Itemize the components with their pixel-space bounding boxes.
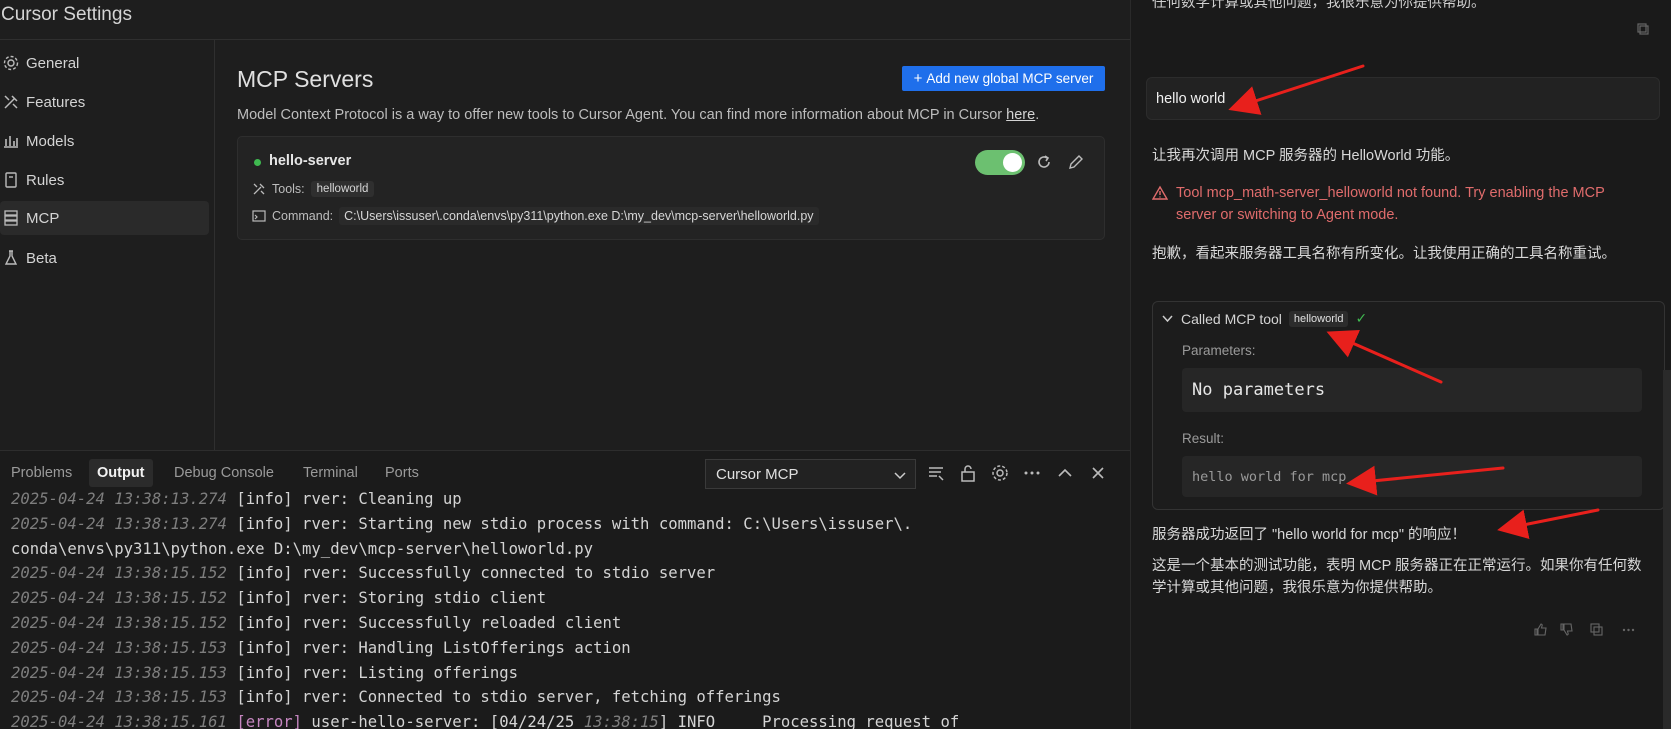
tool-error-text: Tool mcp_math-server_helloworld not foun…: [1176, 185, 1605, 223]
refresh-icon[interactable]: [1035, 153, 1053, 171]
server-command-row: Command: C:\Users\issuser\.conda\envs\py…: [252, 207, 819, 225]
log-line: 2025-04-24 13:38:15.152 [info] rver: Suc…: [11, 564, 716, 583]
log-line: 2025-04-24 13:38:15.152 [info] rver: Sto…: [11, 589, 547, 608]
log-line: 2025-04-24 13:38:15.153 [info] rver: Lis…: [11, 663, 518, 682]
close-icon[interactable]: [1088, 463, 1108, 483]
tab-problems[interactable]: Problems: [3, 459, 80, 487]
mcp-tool-call: Called MCP tool helloworld ✓ Parameters:…: [1152, 301, 1665, 510]
chat-message-partial: 任何数学计算或其他问题，我很乐意为你提供帮助。: [1152, 0, 1486, 11]
add-global-mcp-server-button[interactable]: + Add new global MCP server: [902, 66, 1105, 91]
plus-icon: +: [913, 70, 923, 87]
tools-icon: [4, 95, 18, 109]
tool-call-header[interactable]: Called MCP tool helloworld ✓: [1161, 310, 1367, 327]
lock-icon[interactable]: [958, 463, 978, 483]
server-tools-row: Tools: helloworld: [252, 181, 375, 197]
copy-icon[interactable]: [1589, 622, 1604, 637]
sidebar-item-mcp[interactable]: MCP: [0, 201, 209, 235]
toggle-knob: [1003, 153, 1022, 172]
sidebar-item-label: General: [26, 54, 80, 72]
book-icon: [5, 172, 17, 188]
sidebar-separator: [214, 40, 215, 450]
check-icon: ✓: [1355, 310, 1368, 326]
tool-call-label: Called MCP tool: [1181, 310, 1282, 327]
parameters-label: Parameters:: [1182, 343, 1256, 358]
result-label: Result:: [1182, 431, 1225, 446]
log-line: 2025-04-24 13:38:15.153 [info] rver: Con…: [11, 688, 781, 707]
output-channel-value: Cursor MCP: [716, 465, 799, 483]
maximize-panel-icon[interactable]: [1055, 463, 1075, 483]
log-line: conda\envs\py311\python.exe D:\my_dev\mc…: [11, 539, 594, 558]
assistant-message: 抱歉，看起来服务器工具名称有所变化。让我使用正确的工具名称重试。: [1152, 246, 1616, 262]
server-name: hello-server: [269, 153, 352, 169]
tool-chip: helloworld: [310, 181, 375, 197]
command-value: C:\Users\issuser\.conda\envs\py311\pytho…: [339, 207, 819, 225]
add-server-label: Add new global MCP server: [926, 71, 1094, 86]
tool-chip: helloworld: [1288, 310, 1349, 327]
server-status-dot: [254, 159, 261, 166]
sidebar-item-label: Features: [26, 93, 86, 111]
chat-pane: 任何数学计算或其他问题，我很乐意为你提供帮助。 hello world 让我再次…: [1130, 0, 1671, 729]
settings-divider: [0, 39, 1130, 40]
warning-icon: [1152, 185, 1168, 200]
page-title: MCP Servers: [237, 66, 374, 92]
flask-icon: [4, 250, 18, 265]
more-icon[interactable]: [1621, 622, 1636, 637]
parameters-value: No parameters: [1182, 368, 1642, 412]
log-line: 2025-04-24 13:38:15.153 [info] rver: Han…: [11, 638, 631, 657]
server-card: hello-server Tools: helloworld Command: …: [237, 136, 1105, 240]
more-icon[interactable]: [1022, 463, 1042, 483]
copy-icon[interactable]: [1636, 22, 1650, 36]
gear-icon: [3, 55, 19, 71]
server-enable-toggle[interactable]: [975, 150, 1025, 175]
edit-icon[interactable]: [1067, 153, 1085, 171]
mcp-docs-link[interactable]: here: [1006, 107, 1035, 123]
sidebar-item-label: Beta: [26, 249, 57, 267]
settings-pane: Cursor Settings General Features Models …: [0, 0, 1130, 450]
output-channel-select[interactable]: Cursor MCP: [705, 459, 916, 489]
chevron-down-icon: [894, 472, 906, 480]
terminal-icon: [252, 210, 266, 222]
output-panel: Problems Output Debug Console Terminal P…: [0, 450, 1130, 729]
output-log: 2025-04-24 13:38:13.274 [info] rver: Cle…: [11, 487, 1126, 729]
gear-icon[interactable]: [990, 463, 1010, 483]
tab-ports[interactable]: Ports: [377, 459, 427, 487]
tab-output[interactable]: Output: [89, 459, 153, 487]
assistant-message: 这是一个基本的测试功能，表明 MCP 服务器正在正常运行。如果你有任何数学计算或…: [1152, 558, 1642, 596]
sidebar-item-label: Rules: [26, 171, 65, 189]
command-label: Command:: [272, 209, 334, 223]
chat-scrollbar[interactable]: [1663, 370, 1671, 729]
log-line: 2025-04-24 13:38:15.152 [info] rver: Suc…: [11, 613, 622, 632]
sidebar-item-beta[interactable]: Beta: [0, 241, 209, 275]
sidebar-item-rules[interactable]: Rules: [0, 163, 209, 197]
result-value: hello world for mcp: [1182, 456, 1642, 497]
tab-terminal[interactable]: Terminal: [295, 459, 366, 487]
mcp-description-text: Model Context Protocol is a way to offer…: [237, 107, 1003, 123]
filter-icon[interactable]: [926, 463, 946, 483]
tab-debug-console[interactable]: Debug Console: [166, 459, 282, 487]
tool-error: Tool mcp_math-server_helloworld not foun…: [1152, 182, 1626, 226]
mcp-description: Model Context Protocol is a way to offer…: [237, 107, 1039, 123]
chevron-down-icon: [1162, 315, 1173, 323]
user-message[interactable]: hello world: [1146, 77, 1660, 120]
assistant-message: 让我再次调用 MCP 服务器的 HelloWorld 功能。: [1152, 148, 1460, 164]
sidebar-item-features[interactable]: Features: [0, 85, 209, 119]
log-line: 2025-04-24 13:38:13.274 [info] rver: Cle…: [11, 490, 462, 508]
bar-chart-icon: [4, 136, 18, 148]
log-line: 2025-04-24 13:38:15.161 [error] user-hel…: [11, 713, 960, 729]
sidebar-item-models[interactable]: Models: [0, 124, 209, 158]
sidebar-item-label: MCP: [26, 209, 60, 227]
tools-icon: [253, 183, 265, 195]
sidebar-item-label: Models: [26, 132, 75, 150]
thumbs-down-icon[interactable]: [1559, 622, 1574, 637]
log-line: 2025-04-24 13:38:13.274 [info] rver: Sta…: [11, 514, 913, 533]
assistant-message: 服务器成功返回了 "hello world for mcp" 的响应！: [1152, 527, 1467, 543]
server-icon: [4, 210, 18, 226]
sidebar-item-general[interactable]: General: [0, 46, 209, 80]
settings-title: Cursor Settings: [1, 4, 132, 25]
thumbs-up-icon[interactable]: [1533, 622, 1548, 637]
mcp-description-end: .: [1035, 107, 1040, 123]
tools-label: Tools:: [272, 182, 305, 196]
